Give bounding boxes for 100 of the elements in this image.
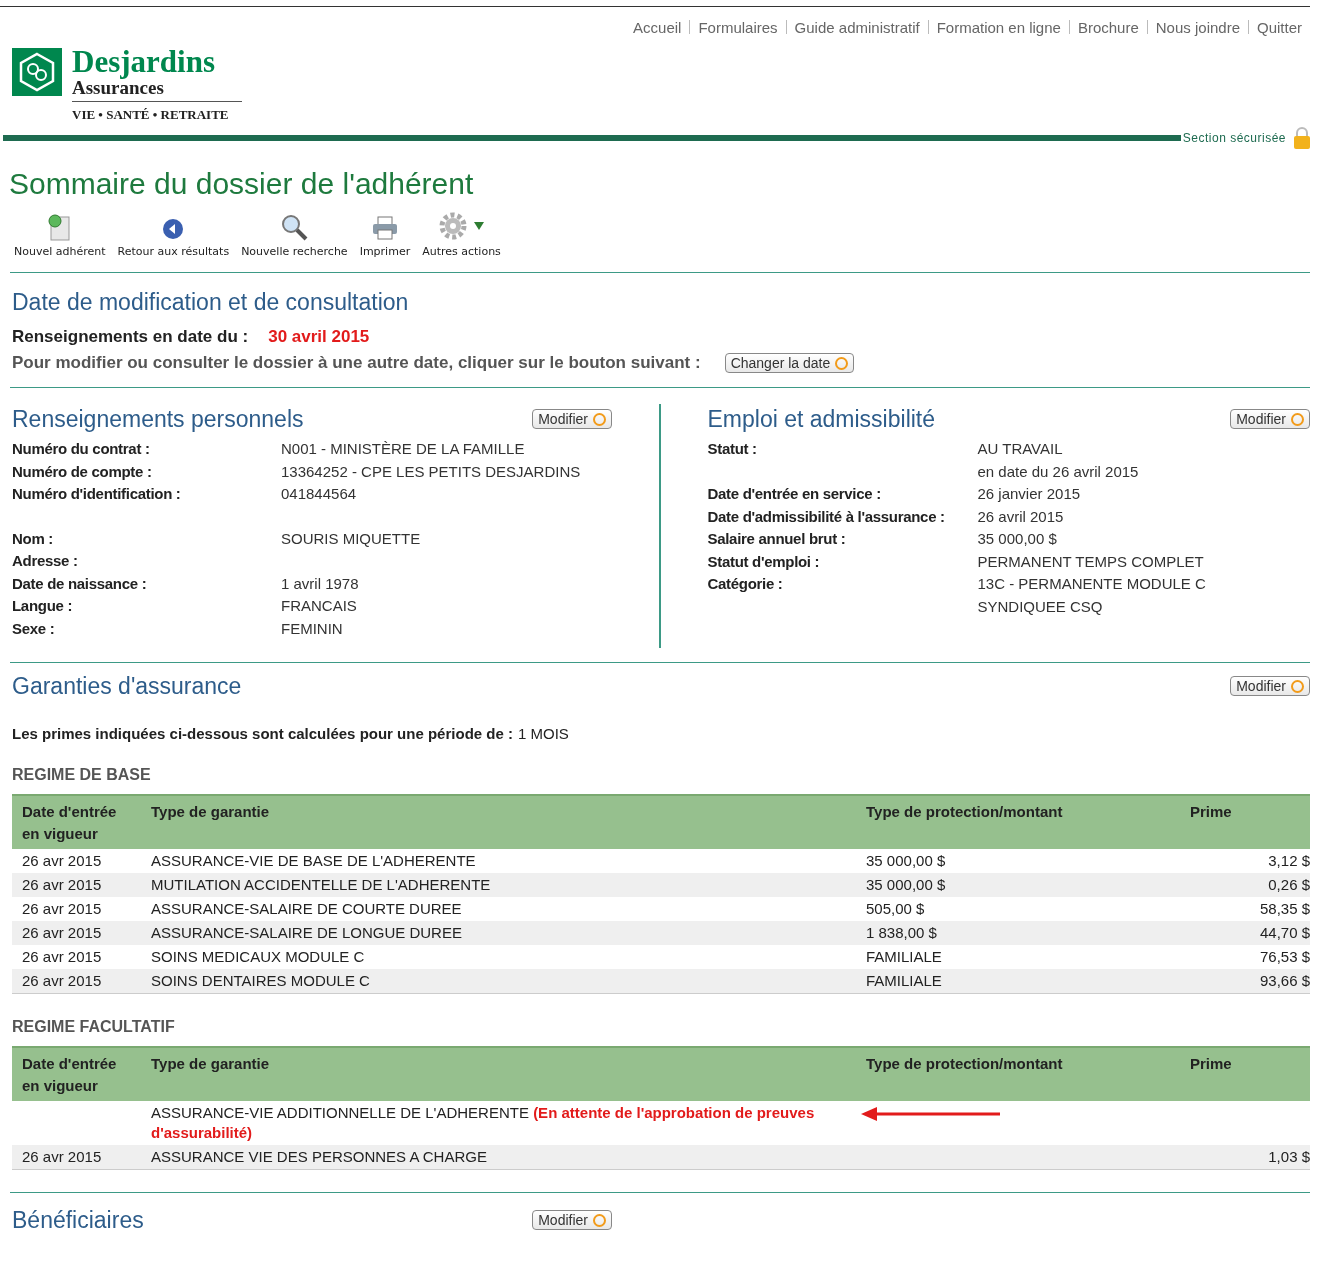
change-date-button[interactable]: Changer la date — [724, 353, 855, 373]
field-label: Numéro de compte : — [12, 461, 153, 482]
field-label: Adresse : — [12, 551, 79, 571]
table-cell: 26 avr 2015 — [12, 849, 141, 873]
table-cell: SOINS DENTAIRES MODULE C — [141, 969, 856, 994]
table-cell: 3,12 $ — [1180, 849, 1310, 873]
table-cell: ASSURANCE-VIE DE BASE DE L'ADHERENTE — [141, 849, 856, 873]
field-value: 1 avril 1978 — [281, 573, 359, 594]
toolbar-button[interactable]: Retour aux résultats — [113, 217, 234, 258]
field-value: FEMININ — [281, 618, 343, 639]
column-header: Type de protection/montant — [856, 1047, 1180, 1101]
table-cell: 58,35 $ — [1180, 897, 1310, 921]
modify-button[interactable]: Modifier — [1230, 676, 1310, 696]
period-value: 1 MOIS — [518, 725, 569, 742]
field-value: en date du 26 avril 2015 — [977, 461, 1139, 482]
table-cell: 26 avr 2015 — [12, 1145, 141, 1170]
section-title: Date de modification et de consultation — [12, 288, 410, 317]
column-header: Type de protection/montant — [856, 795, 1180, 849]
modify-button[interactable]: Modifier — [1230, 409, 1310, 429]
field-label: Catégorie : — [707, 574, 784, 594]
padlock-icon — [1294, 127, 1310, 149]
field-value: SYNDIQUEE CSQ — [977, 596, 1103, 617]
column-header: Type de garantie — [141, 795, 856, 849]
table-cell: 26 avr 2015 — [12, 945, 141, 969]
page-title: Sommaire du dossier de l'adhérent — [9, 167, 475, 201]
table-title: REGIME FACULTATIF — [12, 1018, 176, 1036]
table-cell: ASSURANCE-SALAIRE DE COURTE DUREE — [141, 897, 856, 921]
field-value: AU TRAVAIL — [977, 439, 1063, 459]
field-value: 35 000,00 $ — [977, 529, 1057, 549]
date-value: 30 avril 2015 — [268, 327, 370, 347]
gear-dropdown-icon — [437, 211, 486, 241]
field-label: Numéro d'identification : — [12, 484, 182, 504]
column-header: Date d'entrée en vigueur — [12, 1047, 141, 1101]
logo-subtitle: Assurances — [72, 78, 242, 102]
nav-link[interactable]: Formation en ligne — [936, 18, 1061, 36]
table-cell: 0,26 $ — [1180, 873, 1310, 897]
new-document-icon — [46, 213, 73, 241]
column-header: Prime — [1180, 1047, 1310, 1101]
table-cell: 1,03 $ — [1180, 1145, 1310, 1170]
field-label: Langue : — [12, 596, 74, 616]
section-title: Renseignements personnels — [12, 405, 304, 434]
field-label: Date d'entrée en service : — [707, 484, 882, 504]
column-header: Prime — [1180, 795, 1310, 849]
date-label: Renseignements en date du : — [12, 327, 249, 347]
nav-link[interactable]: Brochure — [1077, 18, 1139, 36]
table-title: REGIME DE BASE — [12, 766, 152, 784]
field-value: N001 - MINISTÈRE DE LA FAMILLE — [281, 439, 525, 459]
field-value: SOURIS MIQUETTE — [281, 528, 421, 549]
toolbar-button[interactable]: Nouvelle recherche — [237, 213, 352, 258]
table-cell: ASSURANCE-SALAIRE DE LONGUE DUREE — [141, 921, 856, 945]
table-cell: 35 000,00 $ — [856, 873, 1180, 897]
column-header: Date d'entrée en vigueur — [12, 795, 141, 849]
field-label: Statut d'emploi : — [707, 551, 821, 572]
instruction-text: Pour modifier ou consulter le dossier à une autre date, cliquer sur le bouton suivant : — [12, 353, 701, 373]
field-label: Sexe : — [12, 618, 56, 639]
table-cell: 26 avr 2015 — [12, 921, 141, 945]
table-cell: ASSURANCE-VIE ADDITIONNELLE DE L'ADHERENTE (En attente de l'approbation de preuves d'assurabilité) — [141, 1101, 856, 1145]
field-label: Statut : — [707, 439, 758, 459]
field-value: 26 janvier 2015 — [977, 484, 1081, 504]
field-value: 13C - PERMANENTE MODULE C — [977, 574, 1206, 594]
logo-tagline: VIE • SANTÉ • RETRAITE — [72, 107, 230, 123]
search-icon — [280, 213, 309, 241]
table-cell: MUTILATION ACCIDENTELLE DE L'ADHERENTE — [141, 873, 856, 897]
table-cell: 44,70 $ — [1180, 921, 1310, 945]
table-cell: SOINS MEDICAUX MODULE C — [141, 945, 856, 969]
nav-link[interactable]: Nous joindre — [1155, 18, 1240, 36]
table-cell: ASSURANCE VIE DES PERSONNES A CHARGE — [141, 1145, 856, 1170]
field-value: PERMANENT TEMPS COMPLET — [977, 551, 1204, 572]
table-cell: 26 avr 2015 — [12, 897, 141, 921]
secure-label: Section sécurisée — [1182, 131, 1286, 145]
nav-link[interactable]: Quitter — [1257, 18, 1302, 36]
table-cell: 26 avr 2015 — [12, 969, 141, 994]
field-value: FRANCAIS — [281, 596, 357, 616]
toolbar-button[interactable]: Autres actions — [418, 211, 505, 258]
nav-link[interactable]: Accueil — [633, 18, 682, 36]
field-value: 26 avril 2015 — [977, 506, 1064, 527]
field-label: Numéro du contrat : — [12, 439, 151, 459]
field-label: Salaire annuel brut : — [707, 529, 847, 549]
column-header: Type de garantie — [141, 1047, 856, 1101]
field-label: Nom : — [12, 528, 54, 549]
section-title: Emploi et admissibilité — [707, 405, 936, 434]
table-cell: 93,66 $ — [1180, 969, 1310, 994]
modify-button[interactable]: Modifier — [532, 409, 612, 429]
back-icon — [161, 217, 186, 241]
table-cell: 505,00 $ — [856, 897, 1180, 921]
modify-button[interactable]: Modifier — [532, 1210, 612, 1230]
nav-link[interactable]: Formulaires — [698, 18, 778, 36]
logo-icon — [12, 48, 62, 96]
nav-link[interactable]: Guide administratif — [794, 18, 920, 36]
table-cell: 35 000,00 $ — [856, 849, 1180, 873]
section-title: Bénéficiaires — [12, 1206, 144, 1235]
table-cell: 1 838,00 $ — [856, 921, 1180, 945]
field-label: Date d'admissibilité à l'assurance : — [707, 506, 946, 527]
section-title: Garanties d'assurance — [12, 672, 242, 701]
table-cell: 26 avr 2015 — [12, 873, 141, 897]
field-label: Date de naissance : — [12, 573, 148, 594]
printer-icon — [370, 215, 399, 241]
toolbar-button[interactable]: Imprimer — [355, 215, 415, 258]
toolbar-button[interactable]: Nouvel adhérent — [10, 213, 110, 258]
period-label: Les primes indiquées ci-dessous sont calculées pour une période de : — [12, 725, 513, 742]
